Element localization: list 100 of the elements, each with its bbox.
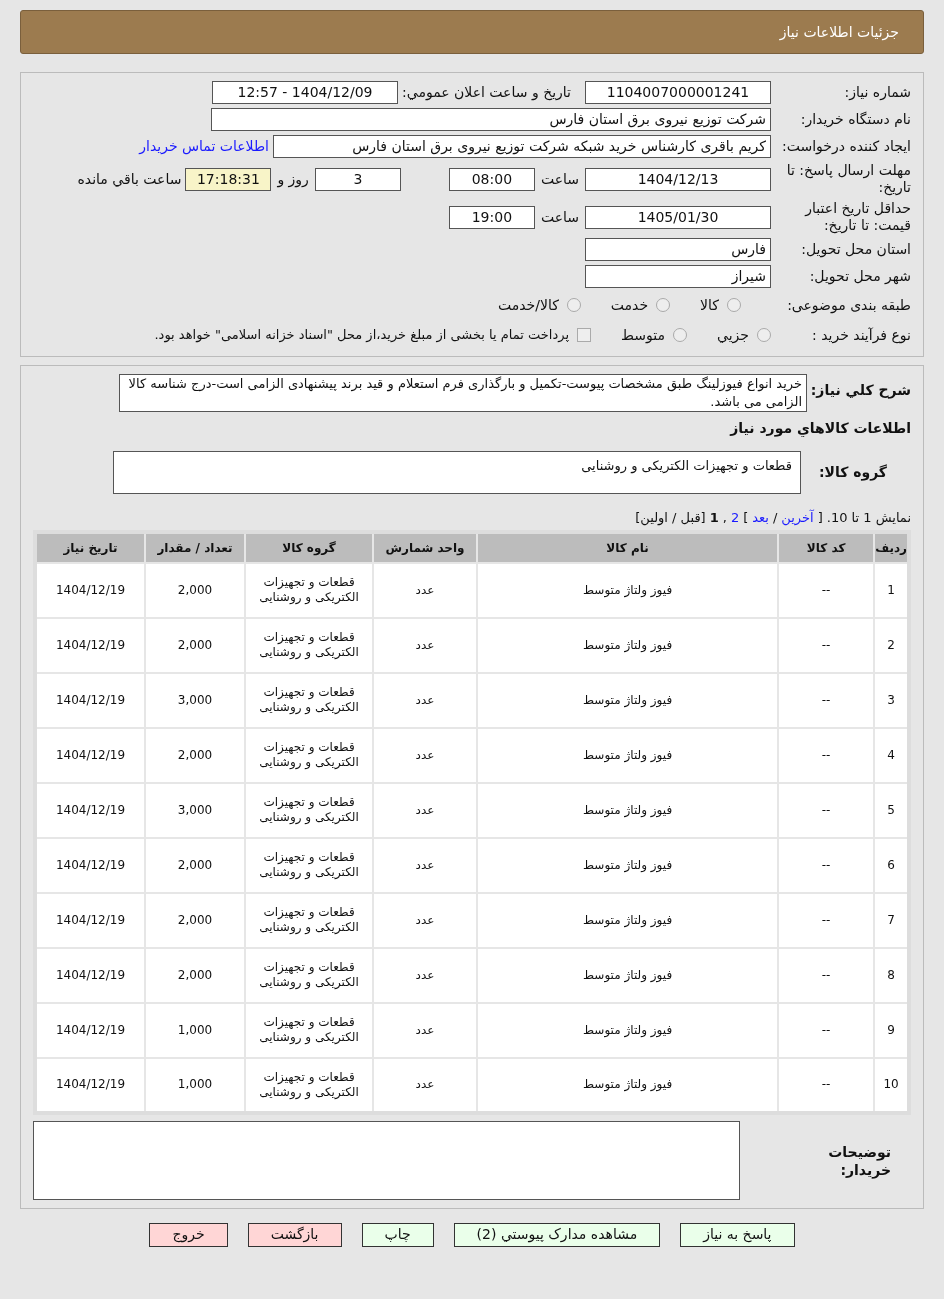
table-cell: عدد xyxy=(373,617,477,673)
radio-button[interactable] xyxy=(727,298,741,312)
table-cell: عدد xyxy=(373,562,477,618)
text-field[interactable]: فارس xyxy=(585,238,771,261)
table-cell: قطعات و تجهیزات الکتریکی و روشنایی xyxy=(245,727,373,783)
action-button[interactable]: بازگشت xyxy=(247,1222,342,1247)
table-cell: قطعات و تجهیزات الکتریکی و روشنایی xyxy=(245,1002,373,1058)
table-cell: 1404/12/19 xyxy=(35,672,145,728)
action-button[interactable]: خروج xyxy=(149,1222,228,1247)
table-cell: قطعات و تجهیزات الکتریکی و روشنایی xyxy=(245,782,373,838)
field-label: ساعت باقي مانده xyxy=(77,169,182,189)
pagination-link[interactable]: آخرین xyxy=(781,508,814,528)
current-page: 1 xyxy=(709,509,719,527)
table-cell: فیوز ولتاژ متوسط xyxy=(477,892,779,948)
table-cell: 2,000 xyxy=(145,617,245,673)
field-label: شماره نیاز: xyxy=(843,83,911,103)
table-cell: فیوز ولتاژ متوسط xyxy=(477,1057,779,1113)
table-cell: عدد xyxy=(373,947,477,1003)
table-cell: 1404/12/19 xyxy=(35,947,145,1003)
text-field[interactable]: 19:00 xyxy=(448,205,535,229)
table-cell: -- xyxy=(778,1002,875,1058)
countdown-field[interactable]: 17:18:31 xyxy=(185,167,272,191)
action-button[interactable]: چاپ xyxy=(361,1222,434,1247)
table-cell: -- xyxy=(778,562,875,618)
column-header: تعداد / مقدار xyxy=(145,531,245,563)
action-button[interactable]: مشاهده مدارک پیوستي (2) xyxy=(453,1222,661,1247)
table-cell: 1404/12/19 xyxy=(35,727,145,783)
text-field[interactable]: 1404/12/09 - 12:57 xyxy=(212,81,399,104)
table-cell: قطعات و تجهیزات الکتریکی و روشنایی xyxy=(245,672,373,728)
field-label: ساعت xyxy=(540,169,579,189)
field-label: نوع فرآیند خرید : xyxy=(811,325,911,346)
radio-button[interactable] xyxy=(673,328,688,342)
text-field[interactable]: شرکت توزیع نیروی برق استان فارس xyxy=(211,108,771,131)
table-cell: 10 xyxy=(874,1057,909,1113)
table-cell: قطعات و تجهیزات الکتریکی و روشنایی xyxy=(245,562,373,618)
table-cell: عدد xyxy=(373,782,477,838)
page-title: جزئیات اطلاعات نیاز xyxy=(779,22,899,43)
table-cell: فیوز ولتاژ متوسط xyxy=(477,617,779,673)
text-field[interactable]: 1104007000001241 xyxy=(585,81,771,104)
table-cell: 1404/12/19 xyxy=(35,837,145,893)
section-heading: اطلاعات کالاهاي مورد نیاز xyxy=(728,419,911,439)
table-cell: فیوز ولتاژ متوسط xyxy=(477,837,779,893)
field-label: مهلت ارسال پاسخ: تا تاریخ: xyxy=(785,162,911,196)
table-cell: 2 xyxy=(874,617,909,673)
field-label: روز و xyxy=(277,169,309,190)
table-cell: عدد xyxy=(373,1057,477,1113)
field-label: حداقل تاریخ اعتبار قیمت: تا تاریخ: xyxy=(803,200,911,234)
table-cell: فیوز ولتاژ متوسط xyxy=(477,672,779,728)
pagination-text: ] xyxy=(743,509,749,527)
checkbox[interactable] xyxy=(577,328,592,342)
text-field[interactable]: کریم باقری کارشناس خرید شبکه شرکت توزیع نیروی برق استان فارس xyxy=(273,135,771,158)
radio-label: کالا/خدمت xyxy=(497,295,559,315)
column-header: کد کالا xyxy=(778,531,875,563)
radio-button[interactable] xyxy=(757,328,771,342)
table-cell: 8 xyxy=(874,947,909,1003)
column-header: ردیف xyxy=(874,531,909,563)
field-label: ایجاد کننده درخواست: xyxy=(781,137,911,157)
pagination-text: [قبل / اولین] xyxy=(635,509,706,528)
table-cell: 5 xyxy=(874,782,909,838)
table-cell: عدد xyxy=(373,837,477,893)
field-label: استان محل تحویل: xyxy=(800,240,911,260)
table-cell: 1404/12/19 xyxy=(35,562,145,618)
table-cell: 1 xyxy=(874,562,909,618)
pagination-text: / xyxy=(772,509,778,527)
text-field[interactable]: 08:00 xyxy=(448,167,535,191)
table-cell: 1404/12/19 xyxy=(35,617,145,673)
table-cell: فیوز ولتاژ متوسط xyxy=(477,1002,779,1058)
buyer-notes-field[interactable] xyxy=(33,1120,740,1200)
radio-label: خدمت xyxy=(610,295,649,315)
pagination-text: , xyxy=(722,509,727,527)
text-field[interactable]: 1405/01/30 xyxy=(585,205,771,229)
table-cell: 2,000 xyxy=(145,727,245,783)
field-label: شهر محل تحویل: xyxy=(808,267,911,287)
pagination-text: نمایش 1 تا 10. xyxy=(826,509,911,528)
radio-button[interactable] xyxy=(656,298,671,312)
radio-button[interactable] xyxy=(566,298,581,312)
description-field[interactable]: خرید انواع فیوزلینگ طبق مشخصات پیوست-تکمیل و بارگذاری فرم استعلام و قید برند پیشنهادی الزامی است-درج شناسه کالا الزامی می باشد. xyxy=(119,374,807,412)
goods-group-field[interactable]: قطعات و تجهیزات الکتریکی و روشنایی xyxy=(113,451,801,494)
text-field[interactable]: 1404/12/13 xyxy=(585,167,771,191)
table-cell: 3,000 xyxy=(145,782,245,838)
field-label: شرح کلي نیاز: xyxy=(809,381,911,401)
table-cell: 1404/12/19 xyxy=(35,892,145,948)
table-cell: -- xyxy=(778,727,875,783)
action-button[interactable]: پاسخ به نیاز xyxy=(680,1222,795,1247)
radio-label: متوسط xyxy=(621,325,666,346)
table-cell: عدد xyxy=(373,1002,477,1058)
table-cell: فیوز ولتاژ متوسط xyxy=(477,782,779,838)
pagination-link[interactable]: 2 xyxy=(730,508,740,528)
table-cell: 1,000 xyxy=(145,1002,245,1058)
table-cell: -- xyxy=(778,672,875,728)
column-header: گروه کالا xyxy=(245,531,373,563)
table-cell: 3,000 xyxy=(145,672,245,728)
table-cell: 1,000 xyxy=(145,1057,245,1113)
table-cell: -- xyxy=(778,1057,875,1113)
pagination-link[interactable]: بعد xyxy=(752,508,769,528)
table-cell: قطعات و تجهیزات الکتریکی و روشنایی xyxy=(245,617,373,673)
table-cell: 9 xyxy=(874,1002,909,1058)
text-field[interactable]: 3 xyxy=(314,167,401,191)
buyer-contact-link[interactable]: اطلاعات تماس خریدار xyxy=(139,136,269,157)
text-field[interactable]: شیراز xyxy=(585,265,771,288)
